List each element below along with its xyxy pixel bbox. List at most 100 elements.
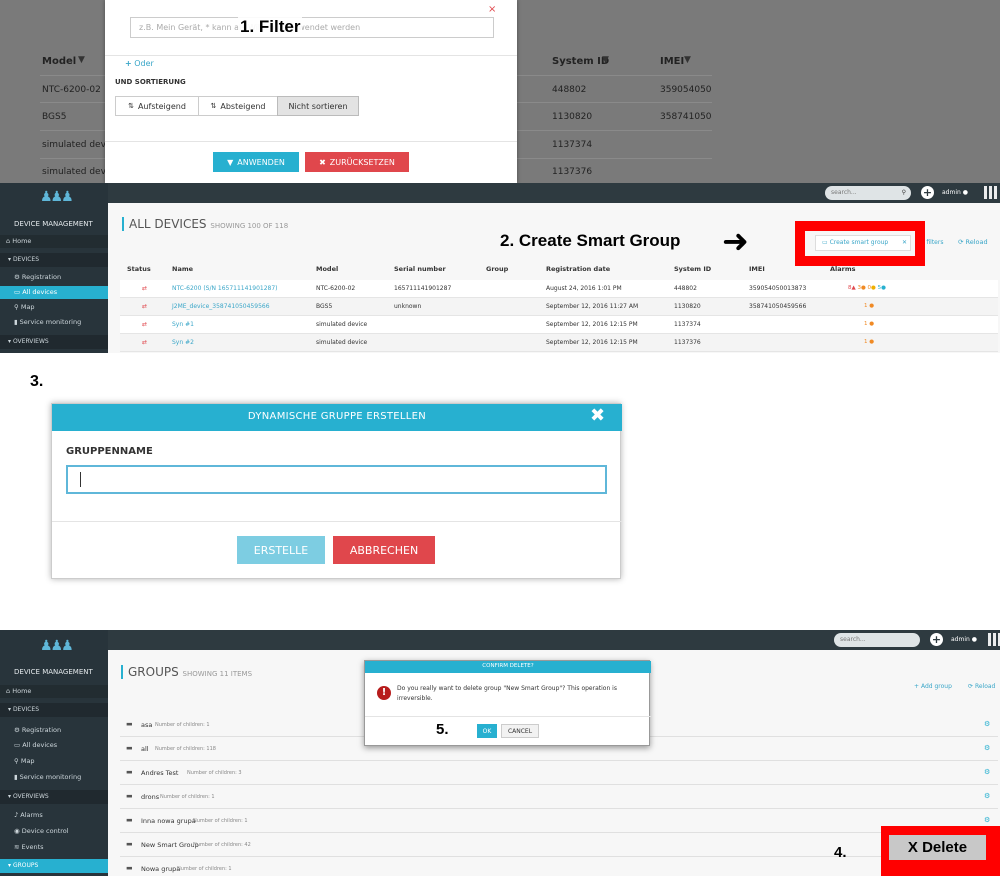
chevron-down-icon: ▾ xyxy=(8,793,12,800)
home-icon: ⌂ xyxy=(6,237,11,245)
add-icon[interactable]: + xyxy=(930,633,943,646)
column-header[interactable]: Group xyxy=(486,265,508,273)
cancel-button[interactable]: ABBRECHEN xyxy=(333,536,435,564)
table-row[interactable]: ⇄ J2ME_device_358741050459566 BGS5 unkno… xyxy=(120,298,998,316)
list-item[interactable]: ▬ New Smart Group Number of children: 42 xyxy=(120,834,998,857)
list-item[interactable]: ▬ Andres Test Number of children: 3 ⚙ xyxy=(120,762,998,785)
column-header[interactable]: System ID xyxy=(674,265,711,273)
children-count: Number of children: 42 xyxy=(193,842,251,848)
plus-icon: + xyxy=(914,683,920,690)
reload-icon: ⟳ xyxy=(968,683,974,690)
settings-icon[interactable]: ⚙ xyxy=(984,744,990,752)
sidebar-section-devices[interactable]: ▾ DEVICES xyxy=(0,703,108,717)
sidebar-section-devices[interactable]: ▾ DEVICES xyxy=(0,253,108,267)
add-group-link[interactable]: + Add group xyxy=(914,683,952,690)
device-serial: 165711141901287 xyxy=(394,285,452,292)
table-row[interactable]: ⇄ NTC-6200 (S/N 165711141901287) NTC-620… xyxy=(120,280,998,298)
or-link[interactable]: + Oder xyxy=(125,59,154,68)
close-icon[interactable]: ✖ xyxy=(590,405,605,426)
device-name-link[interactable]: J2ME_device_358741050459566 xyxy=(172,303,270,310)
sidebar-section-groups[interactable]: ▾ GROUPS xyxy=(0,859,108,873)
column-header[interactable]: Registration date xyxy=(546,265,610,273)
alarm-icon: ● xyxy=(869,339,875,345)
group-name[interactable]: Andres Test xyxy=(141,769,178,777)
settings-icon[interactable]: ⚙ xyxy=(984,768,990,776)
sidebar-section-overviews[interactable]: ▾ OVERVIEWS xyxy=(0,335,108,349)
table-row[interactable]: ⇄ Syn #2 simulated device September 12, … xyxy=(120,334,998,352)
imei: 358741050459566 xyxy=(749,303,807,310)
user-menu[interactable]: admin ● xyxy=(951,636,977,643)
reload-link[interactable]: ⟳ Reload xyxy=(968,683,995,690)
home-icon: ⌂ xyxy=(6,687,11,695)
sidebar-item-all-devices[interactable]: ▭ All devices xyxy=(0,739,108,752)
close-icon[interactable]: × xyxy=(488,4,496,15)
sidebar-item-registration[interactable]: ⚙ Registration xyxy=(0,724,108,737)
settings-icon[interactable]: ⚙ xyxy=(984,816,990,824)
group-name[interactable]: Inna nowa grupa xyxy=(141,817,196,825)
add-icon[interactable]: + xyxy=(921,186,934,199)
reload-link[interactable]: ⟳ Reload xyxy=(958,238,988,246)
column-header[interactable]: Status xyxy=(127,265,151,273)
sidebar-item-map[interactable]: ⚲ Map xyxy=(0,755,108,768)
column-header[interactable]: Model xyxy=(316,265,338,273)
user-menu[interactable]: admin ● xyxy=(942,189,968,196)
group-name[interactable]: asa xyxy=(141,721,152,729)
sidebar-item-registration[interactable]: ⚙ Registration xyxy=(0,271,108,284)
group-name[interactable]: Nowa grupa xyxy=(141,865,180,873)
children-count: Number of children: 1 xyxy=(177,866,232,872)
apps-grid-icon[interactable] xyxy=(984,186,997,199)
sidebar-item-alarms[interactable]: ♪ Alarms xyxy=(0,809,108,822)
no-sort-button[interactable]: Nicht sortieren xyxy=(277,96,359,116)
clear-filters-link[interactable]: r filters xyxy=(922,239,943,246)
delete-button[interactable]: X Delete xyxy=(889,835,986,860)
table-row[interactable]: ⇄ Syn #1 simulated device September 12, … xyxy=(120,316,998,334)
sidebar-item-device-control[interactable]: ◉ Device control xyxy=(0,825,108,838)
sort-asc-label: Aufsteigend xyxy=(137,101,186,111)
settings-icon[interactable]: ⚙ xyxy=(984,720,990,728)
sidebar-item-events[interactable]: ≋ Events xyxy=(0,841,108,854)
sort-ascending-button[interactable]: ⇅ Aufsteigend xyxy=(115,96,199,116)
device-name-link[interactable]: Syn #2 xyxy=(172,339,194,346)
group-name-input[interactable] xyxy=(66,465,607,494)
device-name-link[interactable]: Syn #1 xyxy=(172,321,194,328)
column-header[interactable]: Alarms xyxy=(830,265,856,273)
column-header[interactable]: Name xyxy=(172,265,193,273)
create-button[interactable]: ERSTELLE xyxy=(237,536,325,564)
cancel-label: ABBRECHEN xyxy=(349,543,419,557)
group-name[interactable]: all xyxy=(141,745,149,753)
registration-date: September 12, 2016 11:27 AM xyxy=(546,303,639,310)
group-name[interactable]: New Smart Group xyxy=(141,841,199,849)
page-title: GROUPS SHOWING 11 ITEMS xyxy=(121,665,252,679)
apps-grid-icon[interactable] xyxy=(988,633,1000,646)
list-item[interactable]: ▬ Nowa grupa Number of children: 1 xyxy=(120,858,998,876)
sidebar-section-overviews[interactable]: ▾ OVERVIEWS xyxy=(0,790,108,804)
sidebar-item-map[interactable]: ⚲ Map xyxy=(0,301,108,314)
reset-button[interactable]: ✖ ZURÜCKSETZEN xyxy=(305,152,409,172)
search-input[interactable]: search... xyxy=(834,633,920,647)
sidebar-label: Alarms xyxy=(20,811,43,819)
list-item[interactable]: ▬ Inna nowa grupa Number of children: 1 ⚙ xyxy=(120,810,998,833)
sidebar-item-all-devices[interactable]: ▭ All devices xyxy=(0,286,108,299)
filter-input[interactable]: z.B. Mein Gerät, * kann als Wildcard ver… xyxy=(130,17,494,38)
ok-button[interactable]: OK xyxy=(477,724,497,738)
group-name[interactable]: drons xyxy=(141,793,159,801)
device-name-link[interactable]: NTC-6200 (S/N 165711141901287) xyxy=(172,285,278,292)
sidebar-item-home[interactable]: ⌂ Home xyxy=(0,685,108,698)
sidebar-item-home[interactable]: ⌂ Home xyxy=(0,235,108,248)
search-input[interactable]: search... ⚲ xyxy=(825,186,911,200)
apply-button[interactable]: ▼ ANWENDEN xyxy=(213,152,299,172)
search-icon: ⚲ xyxy=(901,189,906,196)
sort-descending-button[interactable]: ⇅ Absteigend xyxy=(198,96,278,116)
cancel-button[interactable]: CANCEL xyxy=(501,724,539,738)
column-header[interactable]: Serial number xyxy=(394,265,446,273)
column-header[interactable]: IMEI xyxy=(749,265,765,273)
apply-label: ANWENDEN xyxy=(237,157,285,167)
settings-icon[interactable]: ⚙ xyxy=(984,792,990,800)
sidebar-item-service-monitoring[interactable]: ▮ Service monitoring xyxy=(0,316,108,329)
bg-header-imei: IMEI xyxy=(660,56,685,67)
bg-row-model: simulated devic xyxy=(42,167,114,177)
sidebar-item-service-monitoring[interactable]: ▮ Service monitoring xyxy=(0,771,108,784)
list-item[interactable]: ▬ drons Number of children: 1 ⚙ xyxy=(120,786,998,809)
device-model: simulated device xyxy=(316,339,368,346)
sidebar-label: Registration xyxy=(21,273,62,281)
